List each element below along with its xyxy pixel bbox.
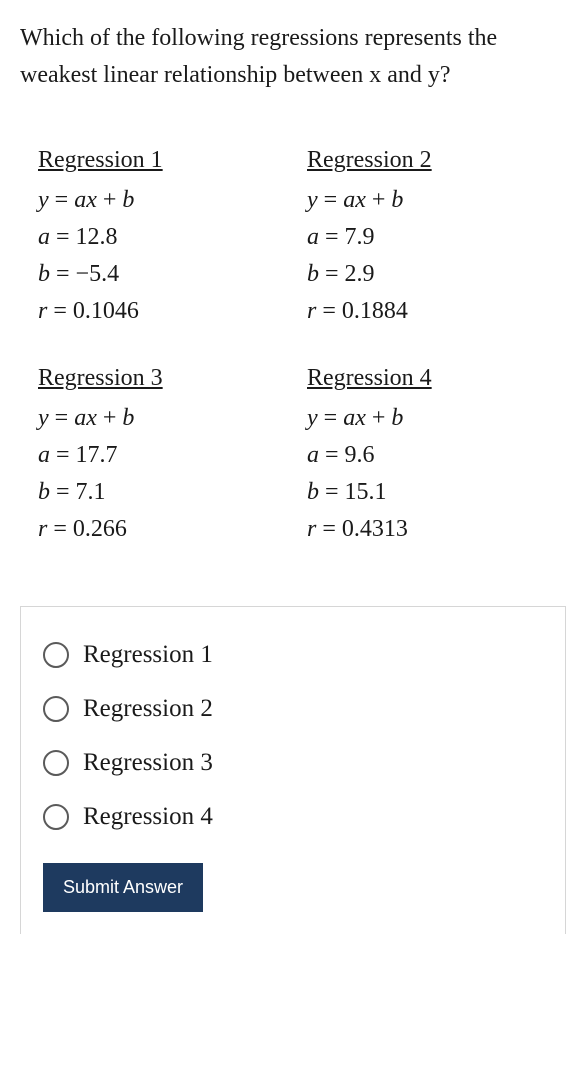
regression-r: r = 0.266 (38, 511, 297, 548)
regression-a: a = 7.9 (307, 219, 566, 256)
radio-icon (43, 804, 69, 830)
regression-a: a = 9.6 (307, 437, 566, 474)
regression-a: a = 12.8 (38, 219, 297, 256)
regression-b: b = −5.4 (38, 256, 297, 293)
option-regression-3[interactable]: Regression 3 (43, 749, 543, 777)
regression-equation: y = ax + b (307, 182, 566, 219)
option-regression-4[interactable]: Regression 4 (43, 803, 543, 831)
question-text: Which of the following regressions repre… (20, 20, 566, 94)
option-regression-2[interactable]: Regression 2 (43, 695, 543, 723)
regression-title: Regression 1 (38, 142, 297, 179)
regression-title: Regression 2 (307, 142, 566, 179)
regression-equation: y = ax + b (38, 400, 297, 437)
regression-grid: Regression 1 y = ax + b a = 12.8 b = −5.… (20, 142, 566, 548)
regression-b: b = 15.1 (307, 474, 566, 511)
answer-box: Regression 1 Regression 2 Regression 3 R… (20, 606, 566, 934)
regression-r: r = 0.1046 (38, 293, 297, 330)
radio-icon (43, 750, 69, 776)
option-label: Regression 2 (83, 695, 213, 723)
regression-equation: y = ax + b (38, 182, 297, 219)
regression-3: Regression 3 y = ax + b a = 17.7 b = 7.1… (38, 360, 297, 548)
regression-r: r = 0.4313 (307, 511, 566, 548)
regression-b: b = 2.9 (307, 256, 566, 293)
regression-equation: y = ax + b (307, 400, 566, 437)
radio-icon (43, 642, 69, 668)
regression-title: Regression 3 (38, 360, 297, 397)
regression-2: Regression 2 y = ax + b a = 7.9 b = 2.9 … (307, 142, 566, 330)
option-label: Regression 3 (83, 749, 213, 777)
regression-title: Regression 4 (307, 360, 566, 397)
regression-a: a = 17.7 (38, 437, 297, 474)
regression-1: Regression 1 y = ax + b a = 12.8 b = −5.… (38, 142, 297, 330)
regression-r: r = 0.1884 (307, 293, 566, 330)
option-label: Regression 1 (83, 641, 213, 669)
option-label: Regression 4 (83, 803, 213, 831)
option-regression-1[interactable]: Regression 1 (43, 641, 543, 669)
regression-4: Regression 4 y = ax + b a = 9.6 b = 15.1… (307, 360, 566, 548)
submit-answer-button[interactable]: Submit Answer (43, 863, 203, 912)
regression-b: b = 7.1 (38, 474, 297, 511)
radio-icon (43, 696, 69, 722)
